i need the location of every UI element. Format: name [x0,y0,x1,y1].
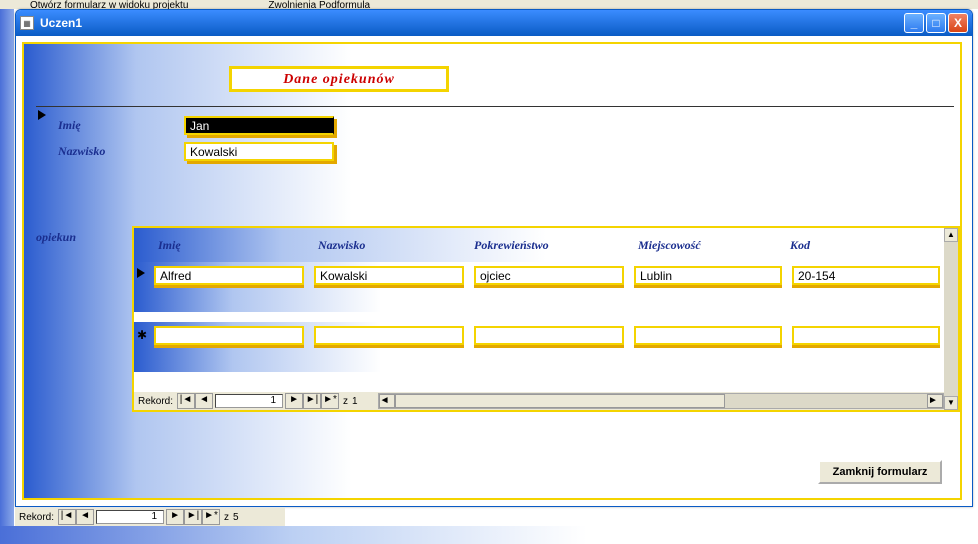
bg-item-1[interactable]: Otwórz formularz w widoku projektu [30,0,188,9]
col-kod: Kod [790,238,810,253]
close-window-button[interactable]: X [948,13,968,33]
subform-hscrollbar[interactable]: ◄ ► [378,393,944,409]
imie-label: Imię [58,118,81,133]
new-pokrew-field[interactable] [474,326,624,345]
minimize-button[interactable]: _ [904,13,924,33]
background-menu: Otwórz formularz w widoku projektu Zwoln… [0,0,978,9]
new-record-icon[interactable] [137,328,149,342]
row-kod-field[interactable]: 20-154 [792,266,940,285]
maximize-button[interactable]: □ [926,13,946,33]
hscroll-left-icon[interactable]: ◄ [379,394,395,408]
opiekun-label: opiekun [36,230,76,245]
form-window: ▦ Uczen1 _ □ X Dane opiekunów Imię Nazwi… [15,9,973,507]
row-imie-field[interactable]: Alfred [154,266,304,285]
outer-nav-last-button[interactable]: ►| [184,509,202,525]
col-nazwisko: Nazwisko [318,238,365,253]
new-miejsc-field[interactable] [634,326,782,345]
outer-nav-prev-button[interactable]: ◄ [76,509,94,525]
nav-label: Rekord: [134,396,177,407]
left-decoration [0,9,14,544]
hscroll-right-icon[interactable]: ► [927,394,943,408]
form-body: Dane opiekunów Imię Nazwisko Jan Kowalsk… [16,36,972,506]
current-record-icon[interactable] [137,268,149,282]
bg-item-2[interactable]: Zwolnienia Podformula [268,0,370,9]
nazwisko-field[interactable]: Kowalski [184,142,334,161]
row-pokrew-field[interactable]: ojciec [474,266,624,285]
outer-nav-next-button[interactable]: ► [166,509,184,525]
nav-prev-button[interactable]: ◄ [195,393,213,409]
form-title: Dane opiekunów [229,66,449,92]
divider [36,106,954,107]
col-imie: Imię [158,238,181,253]
close-form-button[interactable]: Zamknij formularz [818,460,942,484]
nav-next-button[interactable]: ► [285,393,303,409]
vscroll-track[interactable] [944,242,958,396]
hscroll-thumb[interactable] [395,394,725,408]
outer-navigator: Rekord: |◄ ◄ 1 ► ►| ►* z 5 [15,508,285,526]
nazwisko-label: Nazwisko [58,144,105,159]
bottom-decoration [0,526,978,544]
titlebar[interactable]: ▦ Uczen1 _ □ X [16,10,972,36]
subform-vscrollbar[interactable]: ▲ ▼ [944,228,958,410]
outer-nav-of-label: z [220,512,233,523]
imie-field[interactable]: Jan [184,116,334,135]
new-nazwisko-field[interactable] [314,326,464,345]
scroll-up-icon[interactable]: ▲ [944,228,958,242]
new-imie-field[interactable] [154,326,304,345]
nav-last-button[interactable]: ►| [303,393,321,409]
nav-first-button[interactable]: |◄ [177,393,195,409]
outer-nav-first-button[interactable]: |◄ [58,509,76,525]
new-kod-field[interactable] [792,326,940,345]
col-pokrewienstwo: Pokrewieństwo [474,238,549,253]
nav-record-number[interactable]: 1 [215,394,283,408]
outer-nav-label: Rekord: [15,512,58,523]
subform-new-row [134,322,958,372]
subform-row: Alfred Kowalski ojciec Lublin 20-154 [134,262,958,312]
subform-navigator: Rekord: |◄ ◄ 1 ► ►| ►* z 1 ◄ ► [134,392,944,410]
outer-nav-total: 5 [233,512,239,523]
col-miejscowosc: Miejscowość [638,238,701,253]
scroll-down-icon[interactable]: ▼ [944,396,958,410]
form-icon: ▦ [20,16,34,30]
window-title: Uczen1 [40,16,904,30]
outer-nav-record-number[interactable]: 1 [96,510,164,524]
nav-of-label: z [339,396,352,407]
opiekun-subform: Imię Nazwisko Pokrewieństwo Miejscowość … [132,226,960,412]
subform-header: Imię Nazwisko Pokrewieństwo Miejscowość … [134,228,958,262]
nav-total: 1 [352,396,358,407]
form-background: Dane opiekunów Imię Nazwisko Jan Kowalsk… [22,42,962,500]
outer-nav-new-button[interactable]: ►* [202,509,220,525]
nav-new-button[interactable]: ►* [321,393,339,409]
row-nazwisko-field[interactable]: Kowalski [314,266,464,285]
record-selector-icon[interactable] [38,110,48,122]
row-miejsc-field[interactable]: Lublin [634,266,782,285]
